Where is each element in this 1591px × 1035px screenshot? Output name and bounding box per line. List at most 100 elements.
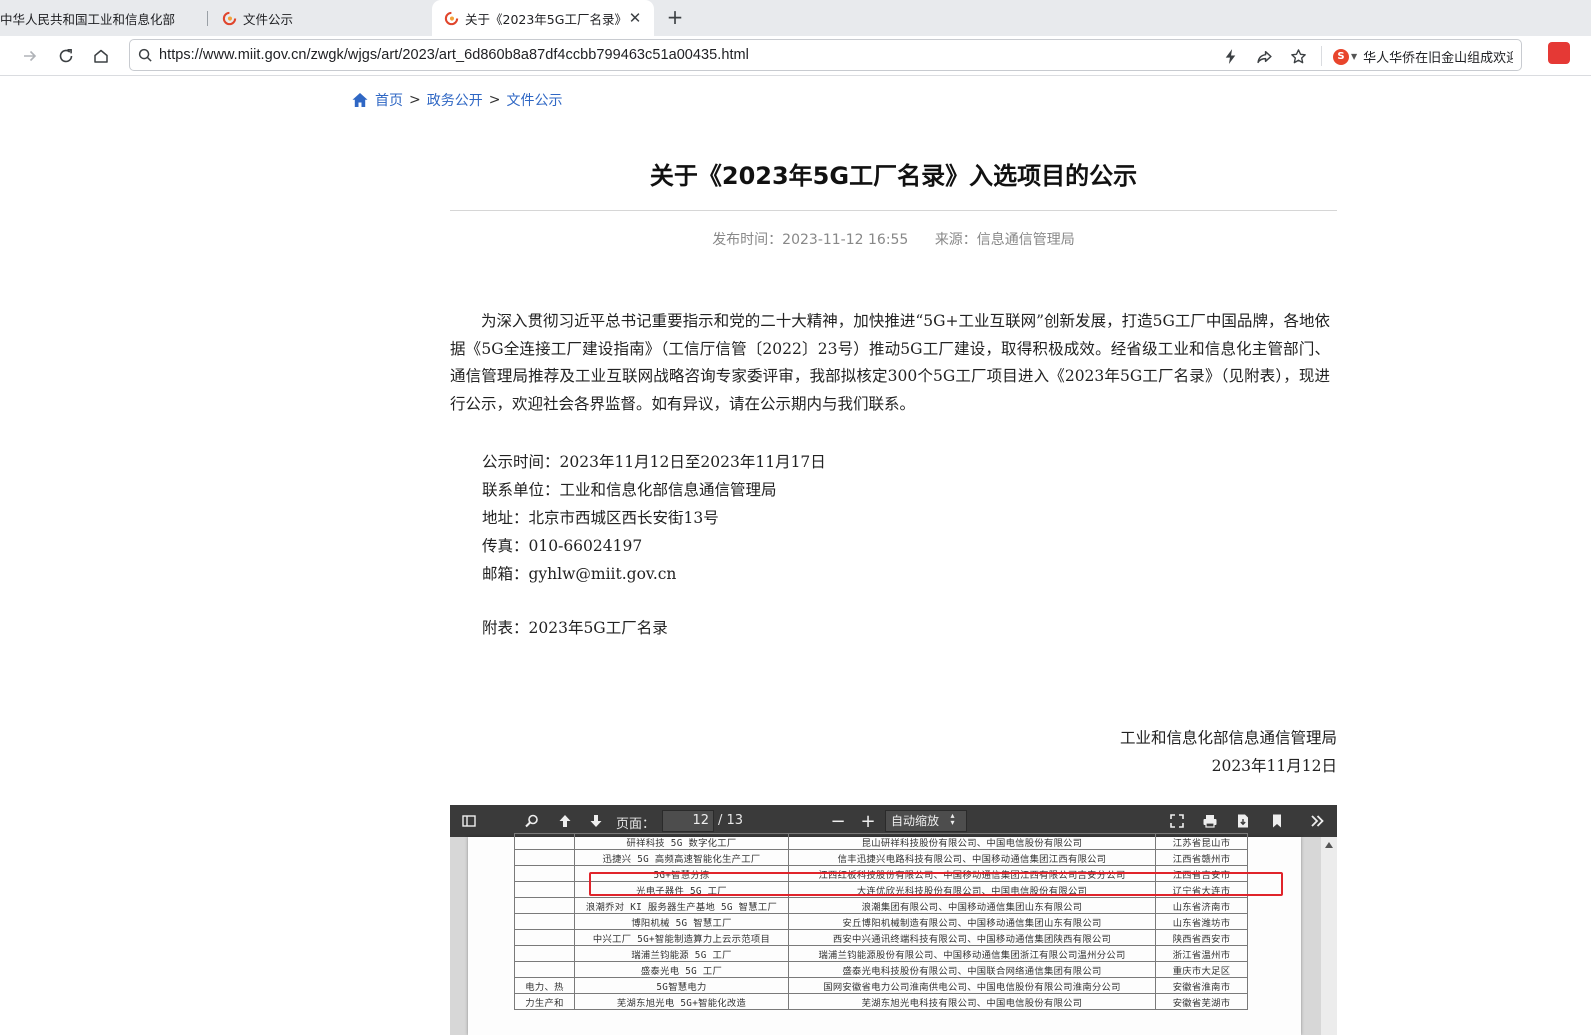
company-cell: 国网安徽省电力公司淮南供电公司、中国电信股份有限公司淮南分公司 bbox=[788, 977, 1156, 994]
zoom-select[interactable]: 自动缩放 bbox=[885, 810, 967, 832]
home-icon bbox=[94, 49, 108, 63]
notice-period: 公示时间：2023年11月12日至2023年11月17日 bbox=[482, 453, 826, 471]
article-source: 来源：信息通信管理局 bbox=[934, 232, 1075, 248]
divider bbox=[450, 210, 1337, 211]
category-cell bbox=[514, 865, 575, 882]
article-title: 关于《2023年5G工厂名录》入选项目的公示 bbox=[649, 162, 1138, 190]
table-row: 研祥科技 5G 数字化工厂 昆山研祥科技股份有限公司、中国电信股份有限公司 江苏省昆… bbox=[514, 833, 1248, 850]
breadcrumb-separator: > bbox=[488, 92, 501, 108]
print-button[interactable] bbox=[1198, 809, 1222, 833]
project-name-cell: 迅捷兴 5G 高频高速智能化生产工厂 bbox=[574, 849, 789, 866]
fax: 传真：010-66024197 bbox=[482, 537, 643, 555]
fullscreen-button[interactable] bbox=[1165, 809, 1189, 833]
zoom-in-button[interactable]: + bbox=[856, 809, 880, 833]
project-name-cell: 瑞浦兰钧能源 5G 工厂 bbox=[574, 945, 789, 962]
tab-file-notice[interactable]: 文件公示 bbox=[212, 0, 422, 36]
factory-list-table: 研祥科技 5G 数字化工厂 昆山研祥科技股份有限公司、中国电信股份有限公司 江苏省昆… bbox=[514, 833, 1248, 1010]
location-cell: 江苏省昆山市 bbox=[1155, 833, 1248, 850]
location-cell: 山东省潍坊市 bbox=[1155, 913, 1248, 930]
sidebar-toggle-button[interactable] bbox=[457, 809, 481, 833]
company-cell: 盛泰光电科技股份有限公司、中国联合网络通信集团有限公司 bbox=[788, 961, 1156, 978]
tab-title: 关于《2023年5G工厂名录》入选项目的公示 bbox=[465, 11, 625, 27]
table-row: 浪潮乔对 KI 服务器生产基地 5G 智慧工厂 浪潮集团有限公司、中国移动通信集团… bbox=[514, 897, 1248, 914]
pdf-viewer[interactable]: 页面： 12 / 13 − + 自动缩放 研祥科技 5G 数字化工厂昆山研祥科技… bbox=[450, 805, 1337, 1035]
tab-active-article[interactable]: 关于《2023年5G工厂名录》入选项目的公示 ✕ bbox=[432, 0, 654, 36]
location-cell: 江西省赣州市 bbox=[1155, 849, 1248, 866]
location-cell: 重庆市大足区 bbox=[1155, 961, 1248, 978]
next-page-button[interactable] bbox=[584, 809, 608, 833]
contact-unit: 联系单位：工业和信息化部信息通信管理局 bbox=[482, 481, 777, 499]
close-tab-icon[interactable]: ✕ bbox=[626, 9, 644, 27]
sogou-logo-icon: S bbox=[1333, 48, 1349, 65]
table-row: 瑞浦兰钧能源 5G 工厂 瑞浦兰钧能源股份有限公司、中国移动通信集团浙江有限公司温… bbox=[514, 945, 1248, 962]
signature-org: 工业和信息化部信息通信管理局 bbox=[1119, 729, 1337, 747]
project-name-cell: 芜湖东旭光电 5G+智能化改造 bbox=[574, 993, 789, 1010]
lightning-button[interactable] bbox=[1219, 45, 1241, 67]
bookmark-star-button[interactable] bbox=[1287, 45, 1309, 67]
arrow-down-icon bbox=[590, 815, 602, 827]
pdf-scrollbar[interactable] bbox=[1321, 837, 1337, 1035]
reload-button[interactable] bbox=[52, 42, 80, 70]
url-text[interactable]: https://www.miit.gov.cn/zwgk/wjgs/art/20… bbox=[159, 47, 749, 63]
find-button[interactable] bbox=[520, 809, 544, 833]
pdf-extension-icon[interactable] bbox=[1548, 42, 1570, 64]
browser-toolbar: https://www.miit.gov.cn/zwgk/wjgs/art/20… bbox=[0, 36, 1591, 76]
bookmark-icon bbox=[1273, 814, 1281, 828]
hot-search-text[interactable]: 华人华侨在旧金山组成欢迎 bbox=[1363, 47, 1513, 66]
download-button[interactable] bbox=[1231, 809, 1255, 833]
company-cell: 西安中兴通讯终端科技有限公司、中国移动通信集团陕西有限公司 bbox=[788, 929, 1156, 946]
page-label: 页面： bbox=[616, 817, 656, 832]
reload-icon bbox=[59, 49, 73, 63]
category-cell bbox=[514, 961, 575, 978]
bookmark-button[interactable] bbox=[1265, 809, 1289, 833]
breadcrumb: 首页 > 政务公开 > 文件公示 bbox=[351, 90, 562, 110]
project-name-cell: 5G智慧电力 bbox=[574, 977, 789, 994]
share-icon bbox=[1256, 50, 1272, 63]
zoom-out-button[interactable]: − bbox=[826, 809, 850, 833]
breadcrumb-file-notice-link[interactable]: 文件公示 bbox=[506, 90, 562, 110]
table-row: 中兴工厂 5G+智能制造算力上云示范项目 西安中兴通讯终端科技有限公司、中国移动通… bbox=[514, 929, 1248, 946]
publish-time: 发布时间：2023-11-12 16:55 bbox=[712, 232, 909, 248]
sidebar-icon bbox=[462, 815, 476, 827]
previous-page-button[interactable] bbox=[553, 809, 577, 833]
breadcrumb-home-link[interactable]: 首页 bbox=[375, 90, 403, 110]
breadcrumb-government-affairs-link[interactable]: 政务公开 bbox=[427, 90, 483, 110]
category-cell bbox=[514, 833, 575, 850]
expand-icon bbox=[1170, 814, 1184, 828]
arrow-right-icon bbox=[24, 50, 37, 62]
attachment-label: 附表：2023年5G工厂名录 bbox=[482, 619, 668, 637]
table-row: 力生产和 芜湖东旭光电 5G+智能化改造 芜湖东旭光电科技有限公司、中国电信股份有限… bbox=[514, 993, 1248, 1010]
category-cell bbox=[514, 849, 575, 866]
address: 地址：北京市西城区西长安街13号 bbox=[482, 509, 719, 527]
category-cell bbox=[514, 929, 575, 946]
address-bar[interactable]: https://www.miit.gov.cn/zwgk/wjgs/art/20… bbox=[129, 39, 1522, 71]
forward-button[interactable] bbox=[16, 42, 44, 70]
project-name-cell: 博阳机械 5G 智慧工厂 bbox=[574, 913, 789, 930]
home-button[interactable] bbox=[87, 42, 115, 70]
table-row: 盛泰光电 5G 工厂 盛泰光电科技股份有限公司、中国联合网络通信集团有限公司 重庆市… bbox=[514, 961, 1248, 978]
category-cell: 电力、热 bbox=[514, 977, 575, 994]
new-tab-button[interactable]: + bbox=[663, 6, 687, 30]
breadcrumb-separator: > bbox=[409, 92, 421, 108]
project-name-cell: 盛泰光电 5G 工厂 bbox=[574, 961, 789, 978]
company-cell: 昆山研祥科技股份有限公司、中国电信股份有限公司 bbox=[788, 833, 1156, 850]
highlight-annotation bbox=[589, 872, 1283, 896]
tab-miit-home[interactable]: 中华人民共和国工业和信息化部 bbox=[0, 0, 200, 36]
category-cell bbox=[514, 897, 575, 914]
company-cell: 芜湖东旭光电科技有限公司、中国电信股份有限公司 bbox=[788, 993, 1156, 1010]
miit-favicon-icon bbox=[444, 11, 459, 25]
search-engine-switcher[interactable]: S ▼ 华人华侨在旧金山组成欢迎 bbox=[1333, 47, 1513, 66]
share-button[interactable] bbox=[1253, 45, 1275, 67]
page-number-input[interactable]: 12 bbox=[662, 810, 714, 832]
project-name-cell: 研祥科技 5G 数字化工厂 bbox=[574, 833, 789, 850]
location-cell: 陕西省西安市 bbox=[1155, 929, 1248, 946]
arrow-up-icon bbox=[559, 815, 571, 827]
tab-strip: 中华人民共和国工业和信息化部 文件公示 关于《2023年5G工厂名录》入选项目的… bbox=[0, 0, 1591, 36]
divider bbox=[1321, 46, 1322, 66]
company-cell: 信丰迅捷兴电路科技有限公司、中国移动通信集团江西有限公司 bbox=[788, 849, 1156, 866]
double-chevron-right-icon bbox=[1311, 815, 1324, 827]
location-cell: 安徽省淮南市 bbox=[1155, 977, 1248, 994]
scroll-up-icon[interactable] bbox=[1325, 842, 1333, 848]
more-tools-button[interactable] bbox=[1305, 809, 1329, 833]
article-paragraph: 为深入贯彻习近平总书记重要指示和党的二十大精神，加快推进“5G+工业互联网”创新… bbox=[450, 312, 1330, 414]
